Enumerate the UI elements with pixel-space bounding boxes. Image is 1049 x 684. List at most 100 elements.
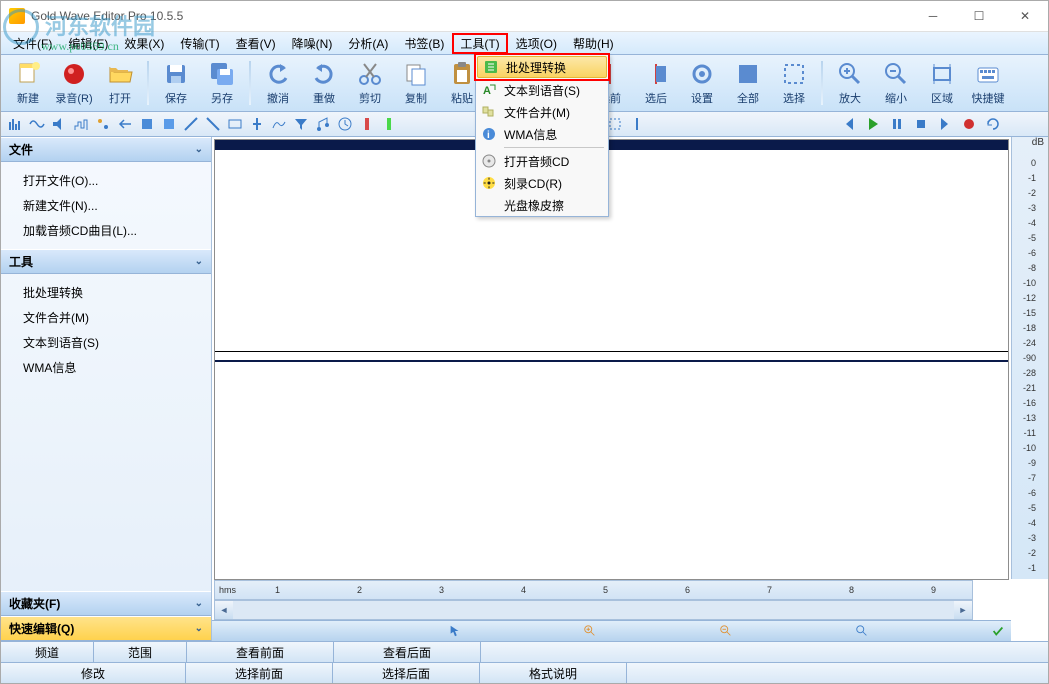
scroll-left-button[interactable]: ◄ — [215, 601, 233, 619]
tab-select-back[interactable]: 选择后面 — [333, 663, 480, 683]
dd-batch-convert[interactable]: 批处理转换 — [477, 56, 607, 78]
eraser-icon — [480, 196, 498, 214]
waveform-display[interactable] — [214, 139, 1009, 580]
toolbar-zoomin-button[interactable]: 放大 — [827, 57, 873, 109]
zoom-sel-action-icon[interactable] — [853, 622, 871, 640]
dd-disc-eraser[interactable]: 光盘橡皮擦 — [476, 194, 608, 216]
dd-file-merge[interactable]: 文件合并(M) — [476, 101, 608, 123]
tab-select-front[interactable]: 选择前面 — [186, 663, 333, 683]
time-icon[interactable] — [335, 114, 355, 134]
toolbar-settings-button[interactable]: 设置 — [679, 57, 725, 109]
sidebar-tool-item[interactable]: 文件合并(M) — [1, 305, 211, 330]
menu-view[interactable]: 查看(V) — [228, 33, 284, 54]
svg-text:A: A — [483, 85, 491, 97]
menu-effects[interactable]: 效果(X) — [116, 33, 172, 54]
menu-edit[interactable]: 编辑(E) — [60, 33, 116, 54]
freq-icon[interactable] — [71, 114, 91, 134]
dd-wma-label: WMA信息 — [504, 126, 600, 143]
sidebar-favorites-header[interactable]: 收藏夹(F) ⌄ — [1, 591, 211, 616]
toolbar-copy-button[interactable]: 复制 — [393, 57, 439, 109]
amp-icon[interactable] — [247, 114, 267, 134]
menu-options[interactable]: 选项(O) — [508, 33, 565, 54]
menu-transfer[interactable]: 传输(T) — [172, 33, 227, 54]
menu-denoise[interactable]: 降噪(N) — [284, 33, 341, 54]
menu-help[interactable]: 帮助(H) — [565, 33, 622, 54]
time-tick: 2 — [357, 585, 362, 595]
sidebar-file-item[interactable]: 加载音频CD曲目(L)... — [1, 218, 211, 243]
sidebar-file-item[interactable]: 打开文件(O)... — [1, 168, 211, 193]
dd-wma-info[interactable]: i WMA信息 — [476, 123, 608, 145]
scroll-right-button[interactable]: ► — [954, 601, 972, 619]
toolbar-select-button[interactable]: 选择 — [771, 57, 817, 109]
check-action-icon[interactable] — [989, 622, 1007, 640]
toolbar-save-button[interactable]: 保存 — [153, 57, 199, 109]
toolbar-all-button[interactable]: 全部 — [725, 57, 771, 109]
sidebar-file-item[interactable]: 新建文件(N)... — [1, 193, 211, 218]
mixer-icon[interactable] — [93, 114, 113, 134]
dd-text-to-speech[interactable]: A 文本到语音(S) — [476, 79, 608, 101]
fade-icon[interactable] — [181, 114, 201, 134]
eq-icon[interactable] — [5, 114, 25, 134]
toolbar-region-button[interactable]: 区域 — [919, 57, 965, 109]
cursor-icon[interactable] — [627, 114, 647, 134]
toolbar-saveas-button[interactable]: 另存 — [199, 57, 245, 109]
mark1-icon[interactable] — [357, 114, 377, 134]
zoom-out-action-icon[interactable] — [717, 622, 735, 640]
toolbar-redo-button[interactable]: 重做 — [301, 57, 347, 109]
sidebar-file-header[interactable]: 文件 ⌄ — [1, 137, 211, 162]
toolbar-shortcut-button[interactable]: 快捷键 — [965, 57, 1011, 109]
filter-icon[interactable] — [291, 114, 311, 134]
pause-icon[interactable] — [886, 114, 908, 134]
dd-open-audio-cd[interactable]: 打开音频CD — [476, 150, 608, 172]
stop-icon[interactable] — [910, 114, 932, 134]
skip-end-icon[interactable] — [934, 114, 956, 134]
sidebar-tool-item[interactable]: WMA信息 — [1, 355, 211, 380]
mark2-icon[interactable] — [379, 114, 399, 134]
menu-analyze[interactable]: 分析(A) — [340, 33, 396, 54]
tab-range[interactable]: 范围 — [94, 642, 187, 662]
loop-icon[interactable] — [982, 114, 1004, 134]
vol-icon[interactable] — [49, 114, 69, 134]
minimize-button[interactable]: ─ — [910, 1, 956, 31]
env-icon[interactable] — [269, 114, 289, 134]
time-ruler[interactable]: hms 123456789 — [214, 580, 973, 600]
pitch-icon[interactable] — [313, 114, 333, 134]
maximize-button[interactable]: ☐ — [956, 1, 1002, 31]
tab-view-back[interactable]: 查看后面 — [334, 642, 481, 662]
toolbar-undo-button[interactable]: 撤消 — [255, 57, 301, 109]
copy-icon — [402, 60, 430, 88]
sidebar-quickedit-header[interactable]: 快速编辑(Q) ⌄ — [1, 616, 211, 641]
toolbar-zoomout-button[interactable]: 缩小 — [873, 57, 919, 109]
cursor-action-icon[interactable] — [446, 622, 464, 640]
toolbar-selafter-button[interactable]: 选后 — [633, 57, 679, 109]
menu-tools[interactable]: 工具(T) — [452, 33, 507, 54]
all-icon — [734, 60, 762, 88]
zoom-in-action-icon[interactable] — [581, 622, 599, 640]
blue1-icon[interactable] — [137, 114, 157, 134]
menu-bookmark[interactable]: 书签(B) — [396, 33, 452, 54]
menu-file[interactable]: 文件(F) — [5, 33, 60, 54]
fade2-icon[interactable] — [203, 114, 223, 134]
tab-view-front[interactable]: 查看前面 — [187, 642, 334, 662]
normalize-icon[interactable] — [225, 114, 245, 134]
toolbar-new-button[interactable]: 新建 — [5, 57, 51, 109]
close-button[interactable]: ✕ — [1002, 1, 1048, 31]
wave-icon[interactable] — [27, 114, 47, 134]
toolbar-cut-button[interactable]: 剪切 — [347, 57, 393, 109]
tab-format[interactable]: 格式说明 — [480, 663, 627, 683]
rev-icon[interactable] — [115, 114, 135, 134]
sidebar-tools-header[interactable]: 工具 ⌄ — [1, 249, 211, 274]
toolbar-open-button[interactable]: 打开 — [97, 57, 143, 109]
skip-start-icon[interactable] — [838, 114, 860, 134]
time-tick: 1 — [275, 585, 280, 595]
blue2-icon[interactable] — [159, 114, 179, 134]
dd-burn-cd[interactable]: 刻录CD(R) — [476, 172, 608, 194]
record-small-icon[interactable] — [958, 114, 980, 134]
tab-channel[interactable]: 频道 — [1, 642, 94, 662]
toolbar-record-button[interactable]: 录音(R) — [51, 57, 97, 109]
sidebar-tool-item[interactable]: 文本到语音(S) — [1, 330, 211, 355]
sidebar-tool-item[interactable]: 批处理转换 — [1, 280, 211, 305]
play-icon[interactable] — [862, 114, 884, 134]
tab-modify[interactable]: 修改 — [1, 663, 186, 683]
horizontal-scrollbar[interactable]: ◄ ► — [214, 600, 973, 620]
